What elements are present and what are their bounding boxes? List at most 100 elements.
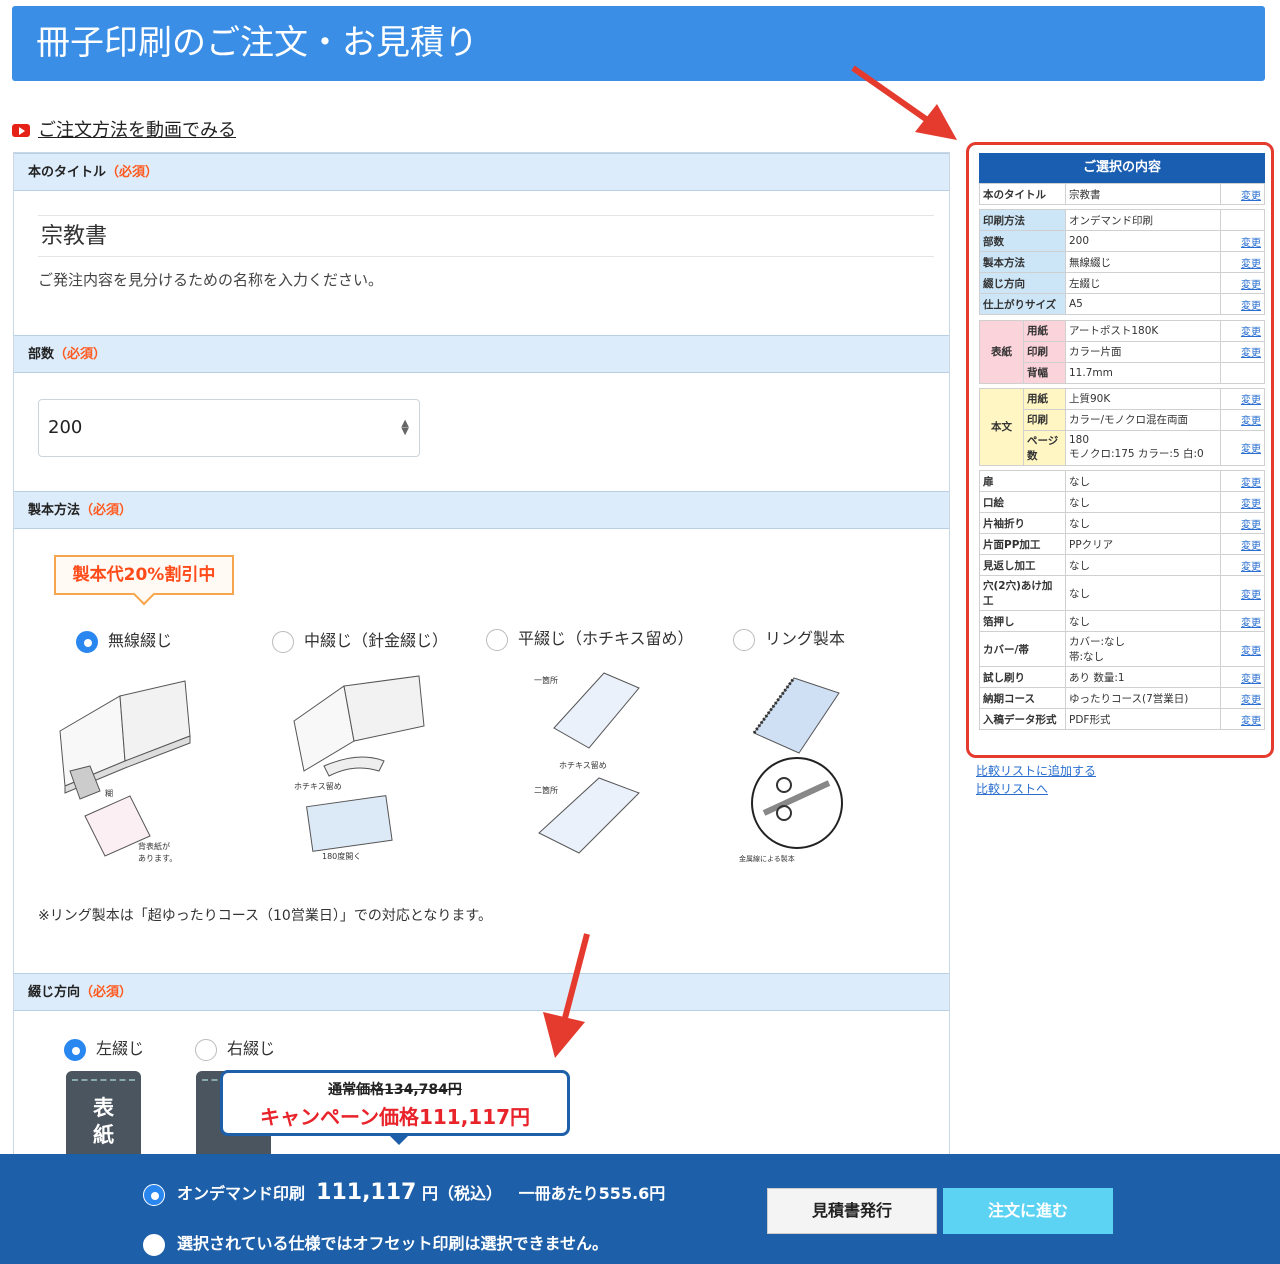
caption-glue: 糊 bbox=[105, 788, 113, 798]
caption-two-places: 二箇所 bbox=[534, 785, 558, 795]
direction-option-left[interactable]: 左綴じ bbox=[64, 1035, 144, 1061]
radio[interactable] bbox=[272, 630, 294, 653]
change-link[interactable]: 変更 bbox=[1241, 416, 1261, 427]
change-link[interactable]: 変更 bbox=[1241, 695, 1261, 706]
compare-add-link[interactable]: 比較リストに追加する bbox=[976, 762, 1096, 779]
summary-row: 製本方法 無線綴じ 変更 bbox=[979, 251, 1265, 273]
required-badge: （必須） bbox=[54, 347, 107, 362]
summary-key: 印刷 bbox=[1023, 340, 1066, 363]
per-copy-price: 一冊あたり555.6円 bbox=[518, 1184, 666, 1203]
option-label: リング製本 bbox=[765, 629, 846, 648]
change-link[interactable]: 変更 bbox=[1241, 716, 1261, 727]
summary-value: なし bbox=[1065, 491, 1221, 513]
ring-binding-note: ※リング製本は「超ゆったりコース（10営業日）」での対応となります。 bbox=[38, 908, 493, 924]
perfect-binding-illustration: 糊 背表紙が あります。 bbox=[59, 680, 191, 863]
change-link[interactable]: 変更 bbox=[1241, 646, 1261, 657]
quantity-section-label: 部数 bbox=[28, 347, 55, 362]
radio-selected[interactable] bbox=[76, 630, 98, 653]
change-link[interactable]: 変更 bbox=[1241, 259, 1261, 270]
binding-option-saddle[interactable]: 中綴じ（針金綴じ） bbox=[272, 627, 448, 653]
change-link[interactable]: 変更 bbox=[1241, 618, 1261, 629]
summary-value: A5 bbox=[1065, 293, 1221, 315]
offset-message: 選択されている仕様ではオフセット印刷は選択できません。 bbox=[177, 1234, 609, 1253]
selection-summary-panel: ご選択の内容 本のタイトル 宗教書 変更 印刷方法 オンデマンド印刷 部数 200 変更 … bbox=[966, 142, 1274, 758]
video-link-label: ご注文方法を動画でみる bbox=[38, 120, 236, 141]
summary-key: 印刷方法 bbox=[979, 209, 1066, 231]
change-link[interactable]: 変更 bbox=[1241, 395, 1261, 406]
page: 冊子印刷のご注文・お見積り ご注文方法を動画でみる 本のタイトル（必須） 宗教書… bbox=[0, 0, 1280, 1264]
required-badge: （必須） bbox=[80, 985, 133, 1000]
summary-row: 部数 200 変更 bbox=[979, 230, 1265, 252]
direction-section-label: 綴じ方向 bbox=[28, 985, 81, 1000]
caption-one-place: 一箇所 bbox=[534, 675, 558, 685]
change-link[interactable]: 変更 bbox=[1241, 301, 1261, 312]
summary-table: 本のタイトル 宗教書 変更 印刷方法 オンデマンド印刷 部数 200 変更 製本方法 無線綴… bbox=[979, 183, 1265, 320]
change-link[interactable]: 変更 bbox=[1241, 674, 1261, 685]
radio[interactable] bbox=[733, 628, 755, 651]
change-link[interactable]: 変更 bbox=[1241, 520, 1261, 531]
summary-key: 口絵 bbox=[979, 491, 1066, 513]
option-label: 左綴じ bbox=[96, 1039, 145, 1058]
summary-key: カバー/帯 bbox=[979, 631, 1066, 667]
annotation-arrow-icon bbox=[543, 933, 590, 1058]
summary-row: 入稿データ形式 PDF形式 変更 bbox=[979, 708, 1265, 730]
binding-option-ring[interactable]: リング製本 bbox=[733, 625, 845, 651]
summary-row: 印刷方法 オンデマンド印刷 bbox=[979, 209, 1265, 231]
summary-row: 納期コース ゆったりコース(7営業日) 変更 bbox=[979, 687, 1265, 709]
side-stitch-illustration: 一箇所 ホチキス留め 二箇所 bbox=[534, 672, 640, 854]
summary-value: カラー/モノクロ混在両面 bbox=[1065, 408, 1221, 431]
change-link[interactable]: 変更 bbox=[1241, 238, 1261, 249]
cover-table: 表紙 用紙 アートポスト180K 変更 印刷 カラー片面 変更 背幅 11.7mm 本文 用紙… bbox=[979, 319, 1265, 471]
summary-row: カバー/帯 カバー:なし 帯:なし 変更 bbox=[979, 631, 1265, 667]
radio[interactable] bbox=[195, 1038, 217, 1061]
change-link[interactable]: 変更 bbox=[1241, 541, 1261, 552]
youtube-icon bbox=[12, 124, 30, 137]
radio-selected[interactable] bbox=[64, 1038, 86, 1061]
selection-summary: ご選択の内容 本のタイトル 宗教書 変更 印刷方法 オンデマンド印刷 部数 200 変更 … bbox=[979, 153, 1265, 730]
summary-value: あり 数量:1 bbox=[1065, 666, 1221, 688]
summary-row: 扉なし 変更 bbox=[979, 470, 1265, 492]
change-link[interactable]: 変更 bbox=[1241, 562, 1261, 573]
book-title-input[interactable]: 宗教書 bbox=[38, 215, 934, 257]
quantity-value: 200 bbox=[48, 417, 83, 438]
ondemand-option[interactable]: オンデマンド印刷 111,117 円（税込） 一冊あたり555.6円 bbox=[143, 1180, 665, 1206]
quantity-input[interactable]: 200 ▲ ▼ bbox=[38, 399, 420, 457]
stepper-icon[interactable]: ▲ ▼ bbox=[401, 419, 409, 437]
summary-value: 左綴じ bbox=[1065, 272, 1221, 294]
summary-key: 綴じ方向 bbox=[979, 272, 1066, 294]
radio[interactable] bbox=[486, 628, 508, 651]
caption-stapled: ホチキス留め bbox=[559, 760, 607, 770]
change-link[interactable]: 変更 bbox=[1241, 478, 1261, 489]
summary-value: 宗教書 bbox=[1065, 183, 1221, 205]
summary-value: 180 モノクロ:175 カラー:5 白:0 bbox=[1065, 429, 1221, 466]
summary-key: 本のタイトル bbox=[979, 183, 1066, 205]
discount-badge: 製本代20%割引中 bbox=[54, 555, 234, 595]
issue-quote-button[interactable]: 見積書発行 bbox=[767, 1188, 937, 1234]
required-badge: （必須） bbox=[106, 165, 159, 180]
summary-key: 試し刷り bbox=[979, 666, 1066, 688]
radio-selected[interactable] bbox=[143, 1183, 165, 1206]
summary-value: カバー:なし 帯:なし bbox=[1065, 631, 1221, 667]
price-unit: 円（税込） bbox=[421, 1184, 502, 1203]
change-link[interactable]: 変更 bbox=[1241, 348, 1261, 359]
caption-staple: ホチキス留め bbox=[294, 781, 342, 791]
change-link[interactable]: 変更 bbox=[1241, 280, 1261, 291]
change-link[interactable]: 変更 bbox=[1241, 499, 1261, 510]
page-title: 冊子印刷のご注文・お見積り bbox=[36, 23, 478, 63]
change-link[interactable]: 変更 bbox=[1241, 444, 1261, 455]
direction-option-right[interactable]: 右綴じ bbox=[195, 1035, 275, 1061]
summary-key: 製本方法 bbox=[979, 251, 1066, 273]
summary-key: 用紙 bbox=[1023, 319, 1066, 342]
summary-key: 箔押し bbox=[979, 610, 1066, 632]
video-link[interactable]: ご注文方法を動画でみる bbox=[12, 116, 236, 142]
compare-list-link[interactable]: 比較リストへ bbox=[976, 780, 1048, 797]
change-link[interactable]: 変更 bbox=[1241, 191, 1261, 202]
option-label: 平綴じ（ホチキス留め） bbox=[518, 629, 694, 648]
change-link[interactable]: 変更 bbox=[1241, 590, 1261, 601]
proceed-order-button[interactable]: 注文に進む bbox=[943, 1188, 1113, 1234]
binding-option-side[interactable]: 平綴じ（ホチキス留め） bbox=[486, 625, 694, 651]
title-section-label: 本のタイトル bbox=[28, 165, 107, 180]
summary-title: ご選択の内容 bbox=[979, 153, 1265, 183]
change-link[interactable]: 変更 bbox=[1241, 327, 1261, 338]
binding-option-perfect[interactable]: 無線綴じ bbox=[76, 627, 172, 653]
